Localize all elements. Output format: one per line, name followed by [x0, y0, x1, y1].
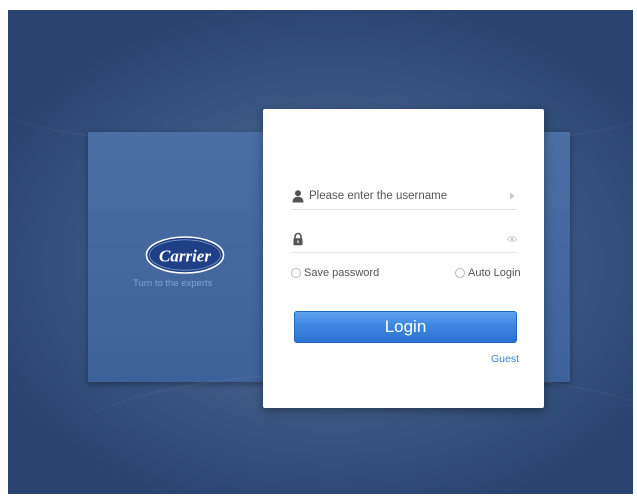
user-icon — [291, 189, 305, 203]
eye-icon[interactable] — [507, 234, 517, 244]
password-field[interactable] — [291, 228, 517, 253]
lock-icon — [291, 232, 305, 246]
login-button[interactable]: Login — [294, 311, 517, 343]
carrier-logo: Carrier — [145, 235, 225, 275]
brand-tagline: Turn to the experts — [133, 278, 213, 289]
auto-login-option[interactable]: Auto Login — [455, 266, 521, 280]
guest-link[interactable]: Guest — [491, 353, 519, 365]
username-field[interactable] — [291, 185, 517, 210]
password-input[interactable] — [309, 228, 499, 250]
auto-login-label: Auto Login — [468, 267, 521, 279]
login-card: Save password Auto Login Login Guest — [263, 109, 544, 408]
auto-login-radio[interactable] — [455, 268, 465, 278]
carrier-logo-icon: Carrier — [145, 236, 225, 274]
save-password-label: Save password — [304, 267, 380, 279]
logo-wordmark: Carrier — [159, 247, 211, 266]
username-input[interactable] — [309, 185, 499, 207]
login-screen-background: Carrier Turn to the experts Please enter… — [8, 10, 633, 494]
save-password-option[interactable]: Save password — [291, 266, 379, 280]
arrow-right-icon[interactable] — [507, 191, 517, 201]
save-password-radio[interactable] — [291, 268, 301, 278]
